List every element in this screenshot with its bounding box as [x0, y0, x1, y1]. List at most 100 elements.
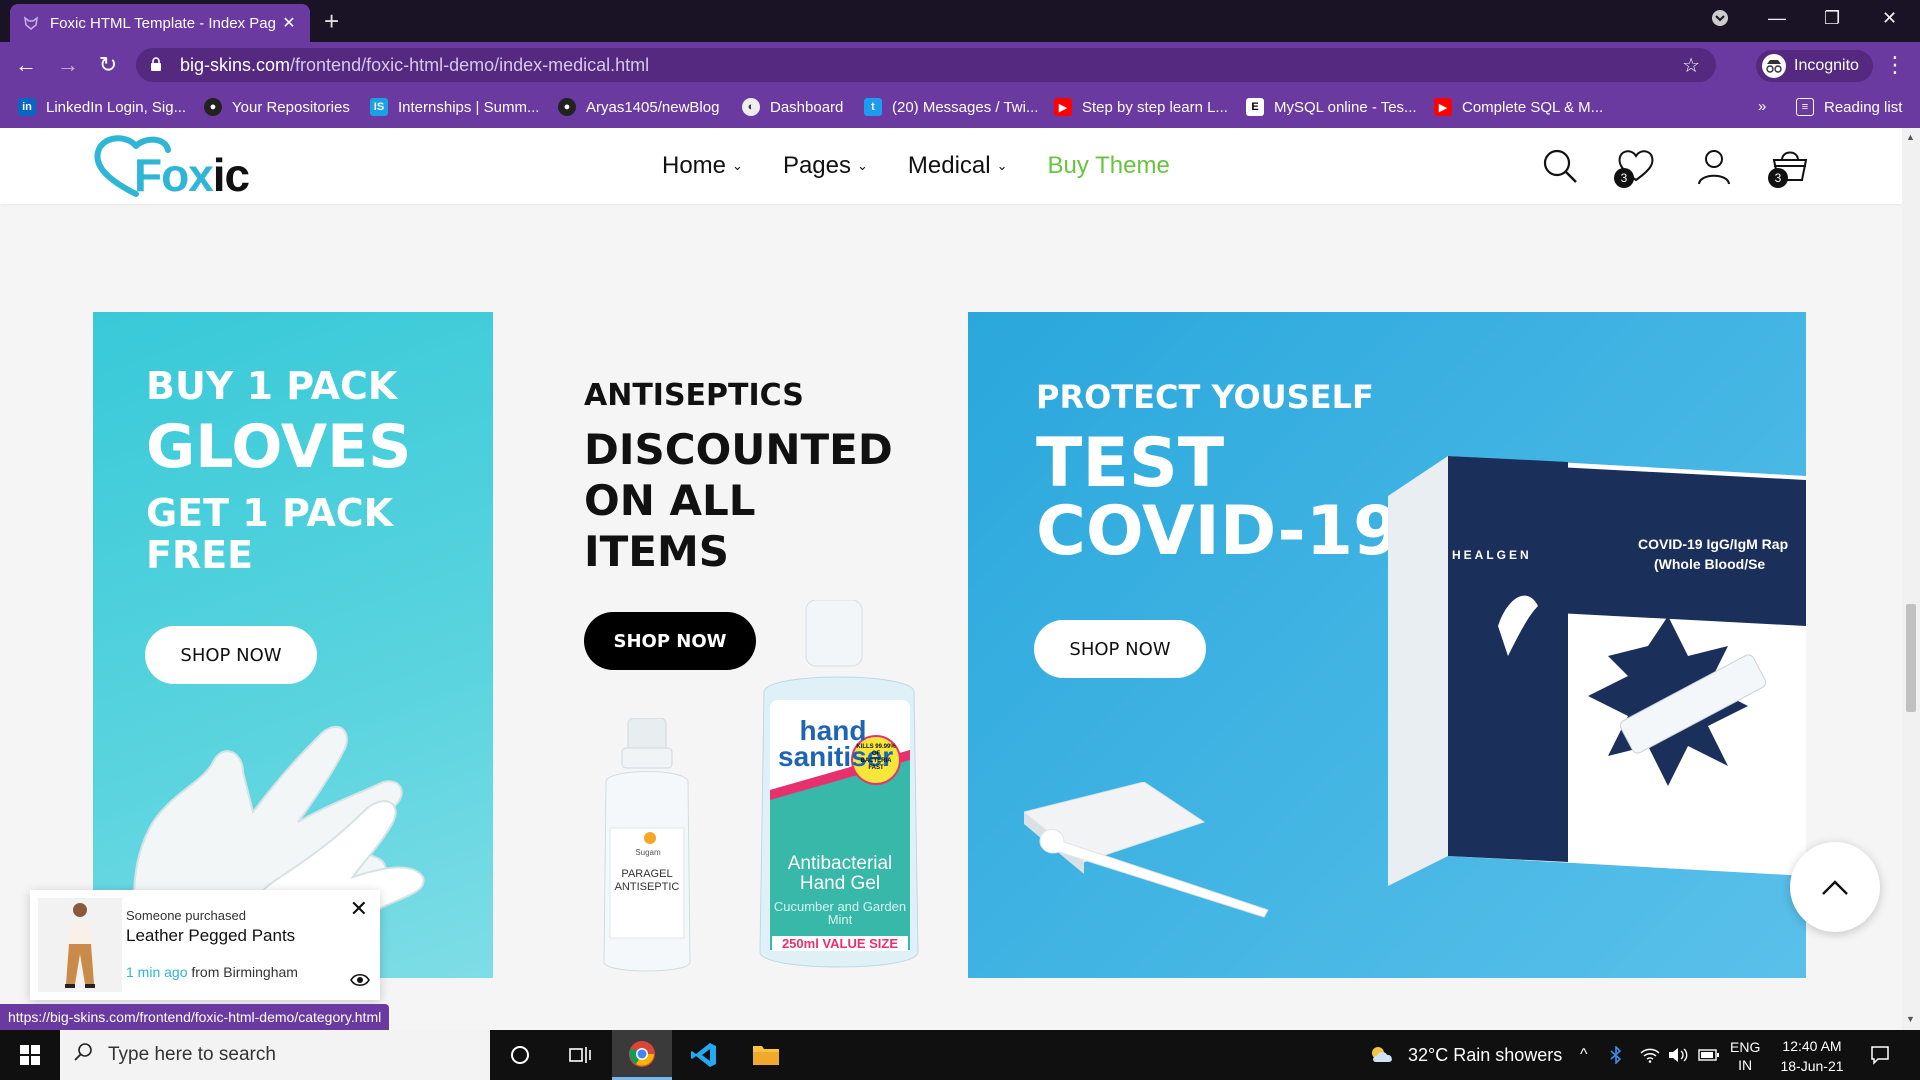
volume-icon[interactable]: [1668, 1030, 1688, 1080]
wishlist-heart-icon[interactable]: 3: [1614, 146, 1656, 188]
covid-line1: PROTECT YOUSELF: [1036, 378, 1374, 416]
nav-home-label: Home: [662, 152, 727, 179]
product-thumbnail[interactable]: [38, 898, 122, 992]
scroll-up-arrow-icon[interactable]: ▲: [1906, 132, 1915, 142]
bookmark-youtube-2[interactable]: ▶ Complete SQL & M...: [1434, 98, 1603, 116]
tab-close-icon[interactable]: ✕: [280, 13, 298, 33]
sanitiser-flavor: Cucumber and Garden Mint: [773, 899, 907, 927]
reload-icon[interactable]: ↻: [94, 52, 122, 78]
gloves-shop-now-button[interactable]: SHOP NOW: [145, 626, 317, 684]
notifications-icon[interactable]: [1870, 1030, 1890, 1080]
recent-purchase-popup[interactable]: Someone purchased Leather Pegged Pants 1…: [30, 890, 380, 1000]
battery-icon[interactable]: [1698, 1030, 1720, 1080]
hand-sanitiser-bottle-image: hand sanitiser KILLS 99.99% OF BACTERIA …: [744, 600, 934, 978]
new-tab-icon[interactable]: +: [324, 8, 339, 34]
wifi-icon[interactable]: [1640, 1030, 1660, 1080]
globe-icon: ◐: [742, 98, 760, 116]
reading-list-button[interactable]: ≡ Reading list: [1796, 98, 1902, 116]
weather-widget[interactable]: 32°C Rain showers: [1368, 1030, 1562, 1080]
bookmark-label: (20) Messages / Twi...: [892, 98, 1039, 116]
chevron-down-icon: ⌄: [996, 158, 1008, 173]
search-icon[interactable]: [1540, 146, 1580, 186]
bookmarks-bar: in LinkedIn Login, Sig... ● Your Reposit…: [0, 88, 1920, 128]
show-hidden-icons[interactable]: ^: [1580, 1030, 1588, 1080]
windows-start-icon[interactable]: [0, 1030, 60, 1080]
lang-code: ENG: [1730, 1039, 1761, 1055]
close-window-icon[interactable]: ✕: [1882, 8, 1897, 29]
reading-list-icon: ≡: [1796, 98, 1814, 116]
vscode-taskbar-icon[interactable]: [674, 1030, 734, 1080]
gloves-line3: GET 1 PACK FREE: [146, 491, 394, 577]
nav-pages[interactable]: Pages ⌄: [783, 152, 868, 180]
bookmark-internships[interactable]: IS Internships | Summ...: [370, 98, 539, 116]
toast-close-icon[interactable]: ✕: [350, 896, 368, 922]
forward-icon[interactable]: →: [54, 52, 82, 78]
browser-tab[interactable]: Foxic HTML Template - Index Pag ✕: [10, 4, 310, 42]
scrollbar-thumb[interactable]: [1906, 604, 1916, 712]
cortana-icon[interactable]: [490, 1030, 550, 1080]
bookmarks-overflow-button[interactable]: »: [1758, 98, 1766, 115]
tab-title: Foxic HTML Template - Index Pag: [50, 14, 276, 32]
file-explorer-taskbar-icon[interactable]: [736, 1030, 796, 1080]
logo-text-fox: Fox: [134, 149, 214, 201]
bookmark-linkedin[interactable]: in LinkedIn Login, Sig...: [18, 98, 186, 116]
account-user-icon[interactable]: [1694, 146, 1734, 186]
covid-shop-now-button[interactable]: SHOP NOW: [1034, 620, 1206, 678]
e-icon: E: [1246, 98, 1264, 116]
linkedin-icon: in: [18, 98, 36, 116]
system-clock[interactable]: 12:40 AM 18-Jun-21: [1776, 1036, 1848, 1076]
lang-region: IN: [1738, 1057, 1753, 1073]
bookmark-youtube-1[interactable]: ▶ Step by step learn L...: [1054, 98, 1228, 116]
browser-menu-icon[interactable]: ⋮: [1884, 52, 1906, 78]
nav-pages-label: Pages: [782, 152, 851, 179]
tab-search-icon[interactable]: [1710, 8, 1730, 33]
bookmark-twitter[interactable]: t (20) Messages / Twi...: [864, 98, 1038, 116]
kit-title: COVID-19 IgG/IgM Rap: [1638, 536, 1789, 552]
antiseptics-line2: DISCOUNTED ON ALL ITEMS: [584, 425, 893, 576]
windows-taskbar: Type here to search 32°C Rain showers ^ …: [0, 1030, 1920, 1080]
bookmark-label: Aryas1405/newBlog: [586, 98, 720, 116]
chevron-up-icon: [1822, 880, 1848, 895]
logo-text-ic: ic: [212, 149, 250, 201]
scroll-down-arrow-icon[interactable]: ▼: [1906, 1014, 1915, 1024]
bookmark-dashboard[interactable]: ◐ Dashboard: [742, 98, 843, 116]
toast-product-name[interactable]: Leather Pegged Pants: [126, 926, 295, 946]
antiseptics-shop-now-button[interactable]: SHOP NOW: [584, 612, 756, 670]
taskbar-search-input[interactable]: Type here to search: [60, 1030, 490, 1080]
back-icon[interactable]: ←: [12, 52, 40, 78]
bookmark-github-newblog[interactable]: ● Aryas1405/newBlog: [558, 98, 719, 116]
youtube-icon: ▶: [1054, 98, 1072, 116]
incognito-profile-button[interactable]: Incognito: [1756, 50, 1873, 82]
bookmark-label: LinkedIn Login, Sig...: [46, 98, 187, 116]
paragel-label: PARAGEL ANTISEPTIC: [614, 868, 680, 893]
nav-medical[interactable]: Medical ⌄: [908, 152, 1008, 180]
input-language-indicator[interactable]: ENG IN: [1730, 1038, 1760, 1074]
antiseptics-promo-banner[interactable]: ANTISEPTICS DISCOUNTED ON ALL ITEMS SHOP…: [536, 312, 956, 978]
nav-home[interactable]: Home ⌄: [662, 152, 743, 180]
chrome-taskbar-icon[interactable]: [612, 1030, 672, 1080]
healgen-brand: HEALGEN: [1452, 548, 1532, 562]
url-input[interactable]: big-skins.com/frontend/foxic-html-demo/i…: [136, 48, 1716, 82]
back-to-top-button[interactable]: [1790, 842, 1880, 932]
toast-meta: 1 min ago from Birmingham: [126, 964, 298, 980]
nav-buy-theme[interactable]: Buy Theme: [1048, 152, 1170, 180]
browser-tab-bar: Foxic HTML Template - Index Pag ✕ + — ❐ …: [0, 0, 1920, 42]
page-scrollbar[interactable]: ▲ ▼: [1902, 128, 1920, 1030]
cart-count-badge: 3: [1768, 168, 1788, 188]
bookmark-star-icon[interactable]: ☆: [1682, 53, 1700, 78]
link-status-url: https://big-skins.com/frontend/foxic-htm…: [0, 1004, 390, 1030]
covid-test-promo-banner[interactable]: PROTECT YOUSELF TEST COVID-19 SHOP NOW H…: [968, 312, 1806, 978]
bluetooth-icon[interactable]: [1610, 1030, 1622, 1080]
task-view-icon[interactable]: [550, 1030, 610, 1080]
cart-basket-icon[interactable]: 3: [1768, 146, 1810, 188]
bookmark-mysql[interactable]: E MySQL online - Tes...: [1246, 98, 1417, 116]
maximize-icon[interactable]: ❐: [1824, 8, 1840, 29]
bookmark-label: Your Repositories: [232, 98, 350, 116]
minimize-icon[interactable]: —: [1768, 8, 1786, 29]
toast-time-ago: 1 min ago: [126, 964, 188, 980]
gloves-promo-banner[interactable]: BUY 1 PACK GLOVES GET 1 PACK FREE SHOP N…: [93, 312, 493, 978]
reading-list-label: Reading list: [1824, 98, 1903, 116]
bookmark-github-repos[interactable]: ● Your Repositories: [204, 98, 350, 116]
foxic-logo[interactable]: Foxic: [92, 134, 282, 201]
quick-view-eye-icon[interactable]: [350, 973, 370, 992]
